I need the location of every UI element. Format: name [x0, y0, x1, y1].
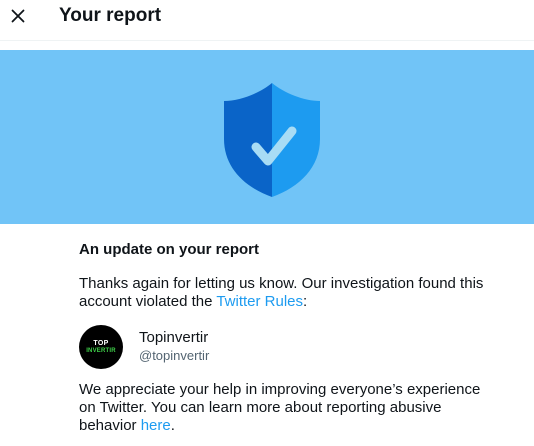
- here-link[interactable]: here: [141, 417, 171, 434]
- close-button[interactable]: [6, 4, 30, 28]
- appreciation-paragraph: We appreciate your help in improving eve…: [79, 381, 489, 435]
- account-handle[interactable]: @topinvertir: [139, 348, 209, 364]
- update-heading: An update on your report: [79, 241, 259, 258]
- violation-paragraph: Thanks again for letting us know. Our in…: [79, 275, 489, 311]
- avatar[interactable]: TOP INVERTIR: [79, 325, 123, 369]
- avatar-logo-top: TOP: [93, 339, 109, 347]
- violation-suffix: :: [303, 293, 308, 310]
- report-banner: [0, 50, 534, 224]
- appreciation-suffix: .: [170, 417, 175, 434]
- close-x-icon: [11, 9, 25, 23]
- report-header: Your report: [0, 0, 534, 41]
- appreciation-text: We appreciate your help in improving eve…: [79, 381, 481, 434]
- twitter-rules-link[interactable]: Twitter Rules: [216, 293, 303, 310]
- shield-check-icon: [224, 83, 320, 197]
- reported-account: TOP INVERTIR Topinvertir @topinvertir: [79, 325, 379, 370]
- avatar-logo-bottom: INVERTIR: [86, 347, 116, 354]
- account-name[interactable]: Topinvertir: [139, 329, 208, 347]
- page-title: Your report: [59, 5, 162, 26]
